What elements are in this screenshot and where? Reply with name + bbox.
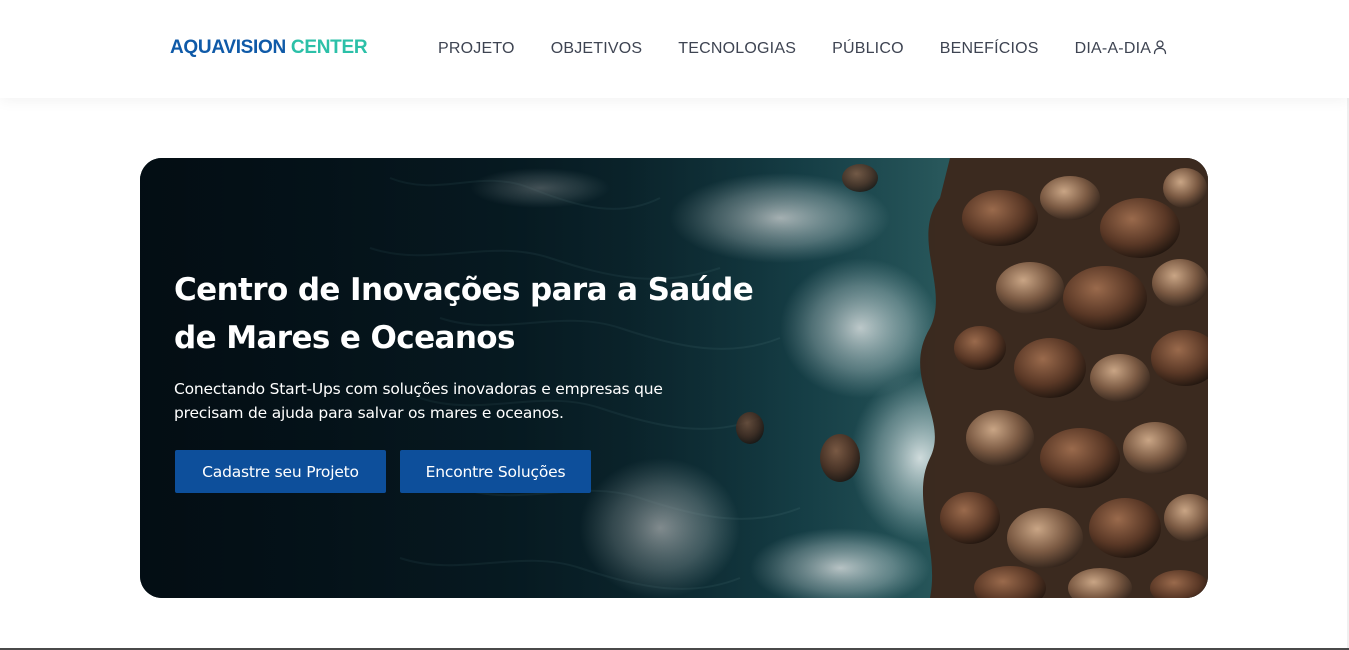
- nav-link-dia-a-dia[interactable]: DIA-A-DIA: [1075, 40, 1151, 58]
- brand-logo-part2: CENTER: [290, 37, 368, 58]
- brand-logo-part1: AQUAVISION: [170, 37, 286, 58]
- nav-link-objetivos[interactable]: OBJETIVOS: [551, 40, 643, 58]
- hero-banner: Centro de Inovações para a Saúde de Mare…: [140, 158, 1208, 598]
- brand-logo[interactable]: AQUAVISION CENTER: [170, 36, 368, 60]
- find-solutions-button[interactable]: Encontre Soluções: [400, 450, 591, 493]
- nav-link-beneficios[interactable]: BENEFÍCIOS: [940, 40, 1039, 58]
- hero-subtitle: Conectando Start-Ups com soluções inovad…: [174, 380, 663, 422]
- user-icon[interactable]: [1152, 39, 1168, 55]
- top-navbar: AQUAVISION CENTER PROJETO OBJETIVOS TECN…: [0, 0, 1349, 98]
- nav-link-projeto[interactable]: PROJETO: [438, 40, 515, 58]
- nav-link-publico[interactable]: PÚBLICO: [832, 40, 904, 58]
- nav-link-tecnologias[interactable]: TECNOLOGIAS: [678, 40, 796, 58]
- main-nav: PROJETO OBJETIVOS TECNOLOGIAS PÚBLICO BE…: [420, 38, 1169, 60]
- register-project-button[interactable]: Cadastre seu Projeto: [175, 450, 386, 493]
- hero-title: Centro de Inovações para a Saúde de Mare…: [174, 272, 754, 356]
